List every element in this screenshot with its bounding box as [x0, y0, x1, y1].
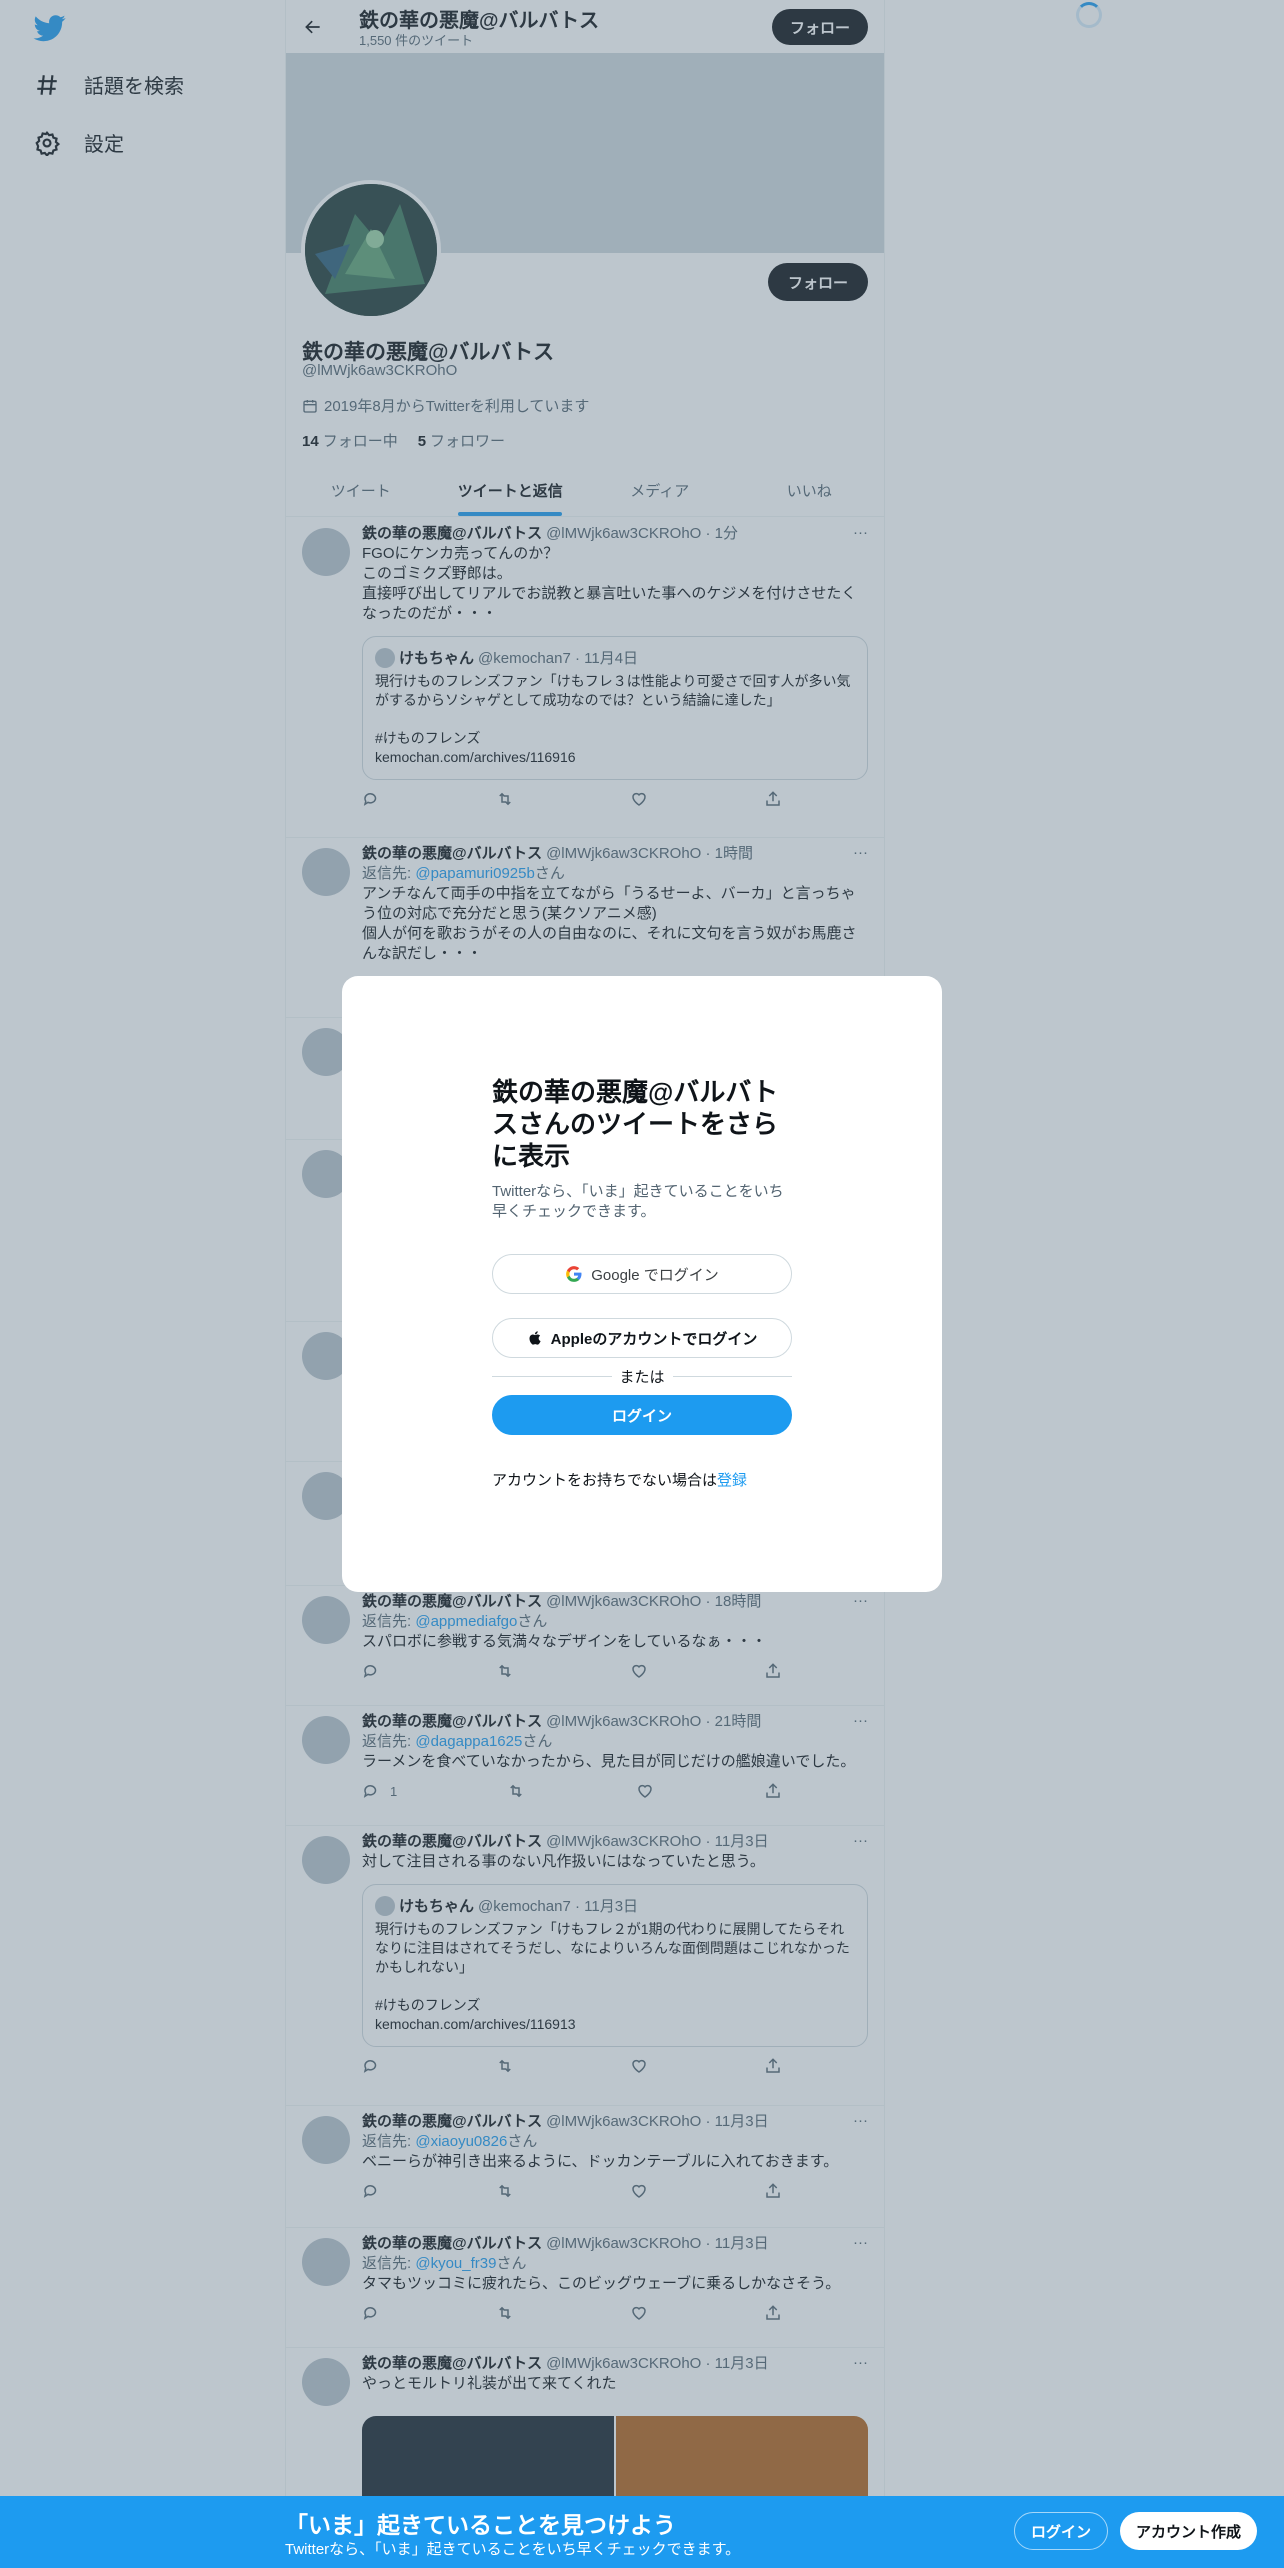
bottom-login-button[interactable]: ログイン [1014, 2512, 1109, 2550]
or-label: または [619, 1369, 665, 1386]
google-login-button[interactable]: Google でログイン [492, 1254, 792, 1294]
signup-prompt: アカウントをお持ちでない場合は登録 [492, 1469, 792, 1490]
modal-login-button[interactable]: ログイン [492, 1395, 792, 1435]
login-modal: 鉄の華の悪魔@バルバトスさんのツイートをさらに表示 Twitterなら、「いま」… [342, 976, 942, 1592]
bottom-bar-title: 「いま」起きていることを見つけよう [285, 2512, 676, 2538]
modal-title: 鉄の華の悪魔@バルバトスさんのツイートをさらに表示 [492, 1077, 779, 1171]
google-login-label: Google でログイン [591, 1266, 719, 1284]
signup-prefix: アカウントをお持ちでない場合は [492, 1472, 718, 1489]
bottom-bar-subtitle: Twitterなら、「いま」起きていることをいち早くチェックできます。 [285, 2541, 741, 2558]
or-divider: または [492, 1366, 793, 1387]
divider-line [492, 1376, 612, 1377]
apple-login-button[interactable]: Appleのアカウントでログイン [492, 1318, 792, 1358]
modal-subtitle: Twitterなら、「いま」起きていることをいち早くチェックできます。 [492, 1183, 784, 1220]
google-icon [566, 1266, 582, 1282]
bottom-signup-bar: 「いま」起きていることを見つけよう Twitterなら、「いま」起きていることを… [0, 2496, 1284, 2568]
bottom-signup-button[interactable]: アカウント作成 [1120, 2512, 1258, 2550]
apple-login-label: Appleのアカウントでログイン [550, 1330, 758, 1348]
divider-line [672, 1376, 793, 1377]
signup-link[interactable]: 登録 [717, 1472, 747, 1489]
apple-icon [529, 1331, 541, 1345]
